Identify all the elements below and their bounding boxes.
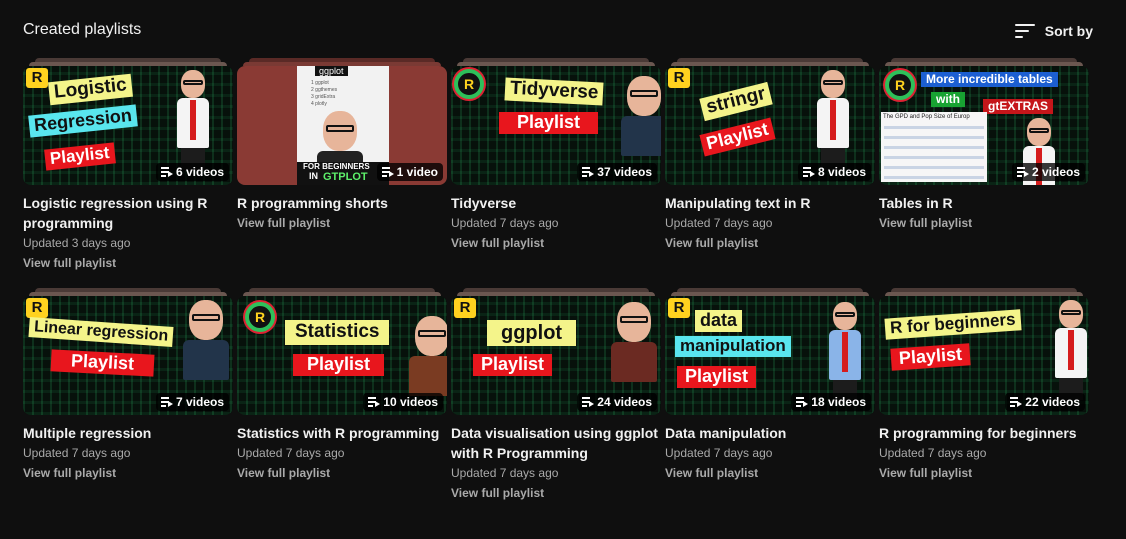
- r-logo-icon: R: [668, 68, 690, 88]
- thumb-text: manipulation: [675, 336, 791, 357]
- thumb-text: 2 ggthemes: [311, 87, 338, 93]
- playlist-thumbnail[interactable]: R data manipulation Playlist 18 videos: [665, 288, 875, 415]
- playlist-icon: [582, 167, 595, 177]
- playlist-thumbnail[interactable]: R Tidyverse Playlist 37 videos: [451, 58, 661, 185]
- playlist-icon: [802, 167, 815, 177]
- thumb-text: data: [695, 310, 743, 332]
- playlist-icon: [368, 397, 381, 407]
- view-full-playlist-link[interactable]: View full playlist: [665, 463, 875, 483]
- thumb-text: Statistics: [285, 320, 390, 345]
- playlist-title[interactable]: R programming for beginners: [879, 423, 1089, 443]
- playlist-title[interactable]: Tables in R: [879, 193, 1089, 213]
- playlist-thumbnail[interactable]: ggplot 1 ggplot 2 ggthemes 3 gridExtra 4…: [237, 58, 447, 185]
- thumb-text: Playlist: [677, 366, 757, 388]
- playlist-title[interactable]: Data visualisation using ggplot with R P…: [451, 423, 661, 463]
- video-count-badge: 37 videos: [577, 163, 657, 181]
- thumb-text: 4 plotly: [311, 101, 327, 107]
- playlist-icon: [1010, 397, 1023, 407]
- r-logo-icon: R: [454, 298, 476, 318]
- presenter-image: [621, 76, 661, 156]
- thumb-text: 1 ggplot: [311, 80, 329, 86]
- presenter-image: [611, 302, 657, 382]
- updated-text: Updated 7 days ago: [23, 446, 131, 460]
- view-full-playlist-link[interactable]: View full playlist: [237, 463, 447, 483]
- r-logo-icon: R: [245, 302, 275, 332]
- video-count-badge: 24 videos: [577, 393, 657, 411]
- playlist-title[interactable]: Logistic regression using R programming: [23, 193, 233, 233]
- table-preview-image: The GPD and Pop Size of Europ: [881, 112, 987, 182]
- playlist-thumbnail[interactable]: R Linear regression Playlist 7 videos: [23, 288, 233, 415]
- r-logo-icon: R: [26, 298, 48, 318]
- view-full-playlist-link[interactable]: View full playlist: [879, 213, 1089, 233]
- video-count-badge: 1 video: [376, 163, 443, 181]
- thumb-text: 3 gridExtra: [311, 94, 336, 100]
- playlist-thumbnail[interactable]: R Statistics Playlist 10 videos: [237, 288, 447, 415]
- updated-text: Updated 7 days ago: [665, 216, 773, 230]
- presenter-image: [409, 316, 447, 396]
- updated-text: Updated 7 days ago: [237, 446, 345, 460]
- updated-text: Updated 7 days ago: [665, 446, 773, 460]
- playlist-thumbnail[interactable]: R stringr Playlist 8 videos: [665, 58, 875, 185]
- presenter-image: [1051, 300, 1089, 400]
- playlist-icon: [582, 397, 595, 407]
- view-full-playlist-link[interactable]: View full playlist: [237, 213, 447, 233]
- playlist-thumbnail[interactable]: R Logistic Regression Playlist 6 videos: [23, 58, 233, 185]
- video-count-badge: 18 videos: [791, 393, 871, 411]
- view-full-playlist-link[interactable]: View full playlist: [665, 233, 875, 253]
- playlist-icon: [160, 167, 173, 177]
- playlist-thumbnail[interactable]: R ggplot Playlist 24 videos: [451, 288, 661, 415]
- view-full-playlist-link[interactable]: View full playlist: [879, 463, 1089, 483]
- r-logo-icon: R: [454, 69, 484, 99]
- video-count-badge: 22 videos: [1005, 393, 1085, 411]
- updated-text: Updated 7 days ago: [451, 216, 559, 230]
- thumb-text: with: [931, 92, 965, 108]
- view-full-playlist-link[interactable]: View full playlist: [451, 233, 661, 253]
- video-count-badge: 7 videos: [155, 393, 229, 411]
- sort-label: Sort by: [1044, 23, 1093, 39]
- thumb-text: ggplot: [487, 320, 577, 346]
- video-count-badge: 6 videos: [155, 163, 229, 181]
- playlist-icon: [796, 397, 809, 407]
- presenter-image: [825, 302, 865, 402]
- thumb-text: ggplot: [315, 66, 348, 76]
- updated-text: Updated 7 days ago: [451, 466, 559, 480]
- updated-text: Updated 3 days ago: [23, 236, 131, 250]
- r-logo-icon: R: [26, 68, 48, 88]
- playlist-title[interactable]: Data manipulation: [665, 423, 875, 443]
- thumb-text: Playlist: [293, 354, 385, 376]
- sort-by-button[interactable]: Sort by: [1014, 19, 1093, 43]
- playlist-icon: [381, 167, 394, 177]
- video-count-badge: 10 videos: [363, 393, 443, 411]
- section-title: Created playlists: [23, 21, 142, 38]
- playlist-title[interactable]: R programming shorts: [237, 193, 447, 213]
- r-logo-icon: R: [668, 298, 690, 318]
- playlist-icon: [1016, 167, 1029, 177]
- thumb-text: GTPLOT: [323, 171, 368, 183]
- view-full-playlist-link[interactable]: View full playlist: [23, 463, 233, 483]
- playlist-title[interactable]: Manipulating text in R: [665, 193, 875, 213]
- playlist-thumbnail[interactable]: R for beginners Playlist 22 videos: [879, 288, 1089, 415]
- playlist-icon: [160, 397, 173, 407]
- updated-text: Updated 7 days ago: [879, 446, 987, 460]
- playlist-title[interactable]: Statistics with R programming: [237, 423, 447, 443]
- sort-icon: [1014, 22, 1035, 40]
- video-count-badge: 8 videos: [797, 163, 871, 181]
- section-header: Created playlists Sort by: [23, 19, 1103, 43]
- thumb-text: More incredible tables: [921, 72, 1058, 88]
- view-full-playlist-link[interactable]: View full playlist: [23, 253, 233, 273]
- thumb-text: IN: [309, 171, 318, 181]
- thumb-text: Playlist: [499, 112, 599, 134]
- playlist-title[interactable]: Tidyverse: [451, 193, 661, 213]
- playlist-title[interactable]: Multiple regression: [23, 423, 233, 443]
- presenter-image: [173, 70, 213, 170]
- video-count-badge: 2 videos: [1011, 163, 1085, 181]
- r-logo-icon: R: [885, 70, 915, 100]
- presenter-image: [183, 300, 229, 380]
- presenter-image: [813, 70, 853, 170]
- thumb-text: Playlist: [473, 354, 553, 376]
- thumb-text: gtEXTRAS: [983, 99, 1053, 115]
- view-full-playlist-link[interactable]: View full playlist: [451, 483, 661, 503]
- playlist-thumbnail[interactable]: R More incredible tables with gtEXTRAS T…: [879, 58, 1089, 185]
